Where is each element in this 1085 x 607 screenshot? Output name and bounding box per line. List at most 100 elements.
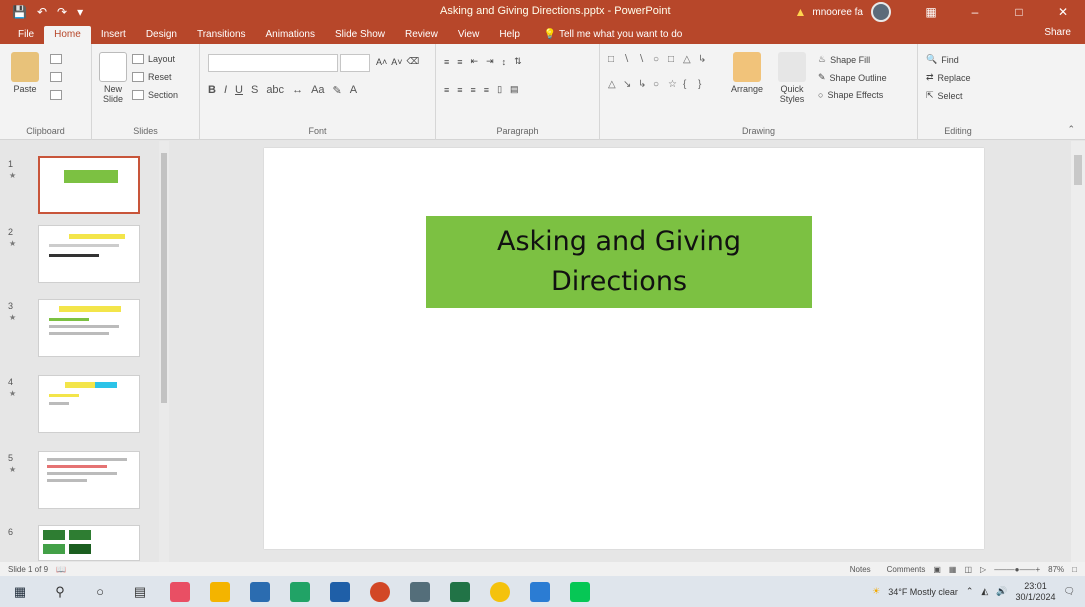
line-shape-icon[interactable]: ∖ [638, 54, 650, 76]
line-shape-icon[interactable]: ∖ [623, 54, 635, 76]
quick-styles-button[interactable]: Quick Styles [772, 52, 812, 104]
word-icon[interactable] [530, 581, 550, 602]
new-slide-button[interactable]: New Slide [98, 52, 128, 104]
align-left-icon[interactable]: ≡ [444, 85, 449, 95]
tab-slide-show[interactable]: Slide Show [325, 26, 395, 44]
shapes-gallery[interactable]: □ ∖ ∖ ○ □ △ ↳ △ ↘ ↳ ○ ☆ { } [608, 54, 708, 100]
redo-icon[interactable]: ↷ [57, 5, 67, 19]
line-spacing-icon[interactable]: ↕ [502, 57, 507, 67]
close-button[interactable]: ✕ [1041, 0, 1085, 24]
tab-animations[interactable]: Animations [256, 26, 325, 44]
grow-font-icon[interactable]: A˄ [376, 57, 387, 67]
find-button[interactable]: 🔍 Find [926, 54, 959, 65]
arrow-shape-icon[interactable]: ↳ [638, 79, 650, 101]
widgets-icon[interactable]: ▤ [130, 582, 150, 602]
clear-formatting-icon[interactable]: ⌫ [407, 56, 420, 67]
reading-view-icon[interactable]: ◫ [964, 565, 972, 574]
tab-review[interactable]: Review [395, 26, 448, 44]
brace-shape-icon[interactable]: { [683, 79, 695, 101]
save-icon[interactable]: 💾 [12, 5, 27, 19]
tab-transitions[interactable]: Transitions [187, 26, 256, 44]
slide-thumbnail-4[interactable] [38, 375, 140, 433]
slide-thumbnail-6[interactable] [38, 525, 140, 561]
network-icon[interactable]: ◭ [981, 586, 988, 597]
reset-button[interactable]: Reset [132, 72, 172, 82]
editor-scrollbar[interactable] [1071, 141, 1085, 562]
minimize-button[interactable]: – [953, 0, 997, 24]
tab-insert[interactable]: Insert [91, 26, 136, 44]
comments-button[interactable]: Comments [879, 565, 926, 574]
align-right-icon[interactable]: ≡ [471, 85, 476, 95]
strikethrough-icon[interactable]: abc [266, 84, 284, 97]
numbering-icon[interactable]: ≡ [457, 57, 462, 67]
brace-shape-icon[interactable]: } [698, 79, 710, 101]
notification-icon[interactable]: 🗨 [1064, 586, 1075, 597]
char-spacing-icon[interactable]: ↔ [292, 84, 303, 97]
maximize-button[interactable]: □ [997, 0, 1041, 24]
select-button[interactable]: ⇱ Select [926, 90, 963, 101]
section-button[interactable]: Section [132, 90, 178, 100]
arrow-shape-icon[interactable]: ↘ [623, 79, 635, 101]
tab-file[interactable]: File [8, 26, 44, 44]
undo-icon[interactable]: ↶ [37, 5, 47, 19]
shape-outline-button[interactable]: ✎ Shape Outline [818, 72, 887, 83]
app-icon[interactable] [330, 581, 350, 602]
shape-effects-button[interactable]: ○ Shape Effects [818, 90, 883, 100]
ribbon-display-icon[interactable]: ▦ [909, 0, 953, 24]
font-color-icon[interactable]: A [350, 84, 357, 97]
editor-scroll-thumb[interactable] [1074, 155, 1082, 185]
tell-me-search[interactable]: 💡 Tell me what you want to do [544, 26, 682, 44]
tab-home[interactable]: Home [44, 26, 91, 44]
slide-thumbnail-3[interactable] [38, 299, 140, 357]
share-button[interactable]: Share [1044, 27, 1071, 38]
slideshow-icon[interactable]: ▷ [980, 565, 986, 574]
spellcheck-icon[interactable]: 📖 [56, 565, 66, 574]
thumbnail-scroll-thumb[interactable] [161, 153, 167, 403]
shadow-icon[interactable]: S [251, 84, 258, 97]
layout-button[interactable]: Layout [132, 54, 175, 64]
weather-text[interactable]: 34°F Mostly clear [888, 587, 958, 597]
folder-icon[interactable] [210, 581, 230, 602]
search-icon[interactable]: ⚲ [50, 582, 70, 602]
store-icon[interactable] [250, 581, 270, 602]
triangle-shape-icon[interactable]: △ [683, 54, 695, 76]
arrange-button[interactable]: Arrange [730, 52, 764, 94]
notes-button[interactable]: Notes [842, 565, 871, 574]
chat-app-icon[interactable] [290, 581, 310, 602]
change-case-icon[interactable]: Aa [311, 84, 324, 97]
slide-thumbnail-1[interactable] [38, 156, 140, 214]
font-size-input[interactable] [340, 54, 370, 72]
increase-indent-icon[interactable]: ⇥ [486, 56, 494, 67]
slide-thumbnail-5[interactable] [38, 451, 140, 509]
zoom-level[interactable]: 87% [1048, 565, 1064, 574]
task-view-icon[interactable]: ○ [90, 582, 110, 602]
star-shape-icon[interactable]: ☆ [668, 79, 680, 101]
tab-view[interactable]: View [448, 26, 490, 44]
triangle-shape-icon[interactable]: △ [608, 79, 620, 101]
align-text-icon[interactable]: ▤ [510, 84, 519, 95]
line-app-icon[interactable] [570, 581, 590, 602]
bold-icon[interactable]: B [208, 84, 216, 97]
paste-button[interactable]: Paste [8, 52, 42, 94]
rectangle-shape-icon[interactable]: □ [608, 54, 620, 76]
app-icon[interactable] [170, 581, 190, 602]
copy-button[interactable] [50, 72, 62, 82]
slide-canvas[interactable]: Asking and Giving Directions [264, 148, 984, 549]
columns-icon[interactable]: ▯ [497, 84, 502, 95]
italic-icon[interactable]: I [224, 84, 227, 97]
justify-icon[interactable]: ≡ [484, 85, 489, 95]
collapse-ribbon-icon[interactable]: ⌃ [1067, 124, 1075, 135]
normal-view-icon[interactable]: ▣ [933, 565, 941, 574]
font-name-input[interactable] [208, 54, 338, 72]
slide-title-box[interactable]: Asking and Giving Directions [426, 216, 812, 308]
shrink-font-icon[interactable]: A˅ [391, 57, 402, 67]
fit-slide-icon[interactable]: □ [1072, 565, 1077, 574]
bullets-icon[interactable]: ≡ [444, 57, 449, 67]
customize-qat-icon[interactable]: ▾ [77, 5, 83, 19]
text-direction-icon[interactable]: ⇅ [514, 56, 522, 67]
oval-shape-icon[interactable]: ○ [653, 79, 665, 101]
tab-help[interactable]: Help [489, 26, 530, 44]
warning-icon[interactable]: ▲ [795, 5, 807, 19]
rectangle-shape-icon[interactable]: □ [668, 54, 680, 76]
replace-button[interactable]: ⇄ Replace [926, 72, 971, 83]
